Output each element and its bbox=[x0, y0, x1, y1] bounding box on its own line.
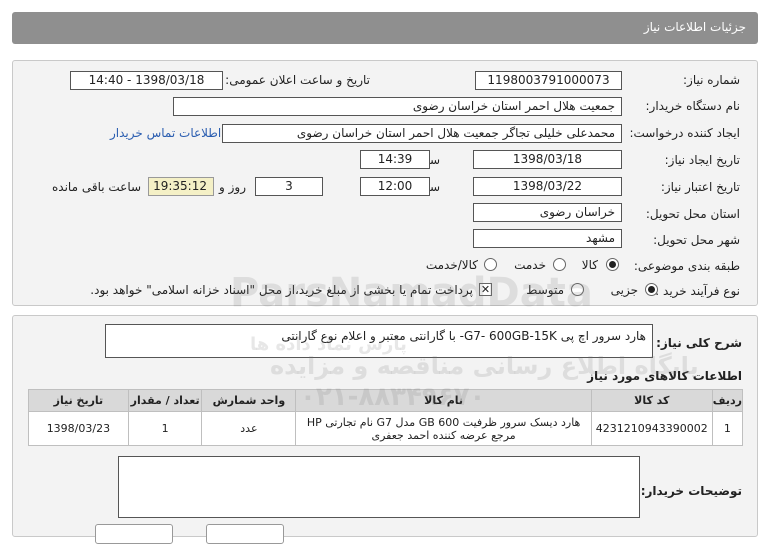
table-row: 1 4231210943390002 هارد دیسک سرور ظرفیت … bbox=[28, 411, 744, 446]
col-unit-header: واحد شمارش bbox=[201, 389, 297, 412]
remaining-time-field: 19:35:12 bbox=[148, 177, 214, 196]
validity-date-label: تاریخ اعتبار نیاز: bbox=[660, 180, 740, 194]
action-button-2[interactable] bbox=[206, 524, 284, 544]
announce-datetime-label: تاریخ و ساعت اعلان عمومی: bbox=[225, 73, 370, 87]
buyer-org-field: جمعیت هلال احمر استان خراسان رضوی bbox=[173, 97, 622, 116]
category-service-radio[interactable] bbox=[553, 258, 566, 271]
city-label: شهر محل تحویل: bbox=[653, 233, 740, 247]
row-number-cell: 1 bbox=[711, 411, 744, 446]
item-name-cell: هارد دیسک سرور ظرفیت GB 600 مدل G7 نام ت… bbox=[295, 411, 592, 446]
buyer-notes-label: توضیحات خریدار: bbox=[640, 484, 742, 498]
validity-time-field: 12:00 bbox=[360, 177, 430, 196]
page-header: جزئیات اطلاعات نیاز bbox=[12, 12, 758, 44]
requester-field: محمدعلی خلیلی تجاگر جمعیت هلال احمر استا… bbox=[222, 124, 622, 143]
requester-label: ایجاد کننده درخواست: bbox=[629, 126, 740, 140]
item-date-cell: 1398/03/23 bbox=[28, 411, 129, 446]
remaining-time-label: ساعت باقی مانده bbox=[52, 180, 142, 194]
page-title: جزئیات اطلاعات نیاز bbox=[643, 20, 746, 34]
buyer-contact-link[interactable]: اطلاعات تماس خریدار bbox=[110, 126, 221, 140]
treasury-payment-note: پرداخت تمام یا بخشی از مبلغ خرید،از محل … bbox=[90, 283, 473, 297]
buyer-org-label: نام دستگاه خریدار: bbox=[645, 99, 741, 113]
item-code-cell: 4231210943390002 bbox=[590, 411, 713, 446]
remaining-days-field: 3 bbox=[255, 177, 323, 196]
need-number-label: شماره نیاز: bbox=[683, 73, 740, 87]
action-button-1[interactable] bbox=[95, 524, 173, 544]
process-minor-label: جزیی bbox=[610, 283, 638, 297]
days-label: روز و bbox=[219, 180, 246, 194]
process-type-label: نوع فرآیند خرید : bbox=[655, 284, 740, 298]
validity-date-field: 1398/03/22 bbox=[473, 177, 622, 196]
process-minor-radio[interactable] bbox=[645, 283, 658, 296]
category-service-label: خدمت bbox=[514, 258, 546, 272]
created-time-field: 14:39 bbox=[360, 150, 430, 169]
col-date-header: تاریخ نیاز bbox=[28, 389, 129, 412]
item-unit-cell: عدد bbox=[201, 411, 297, 446]
created-date-label: تاریخ ایجاد نیاز: bbox=[664, 153, 740, 167]
announce-datetime-field: 1398/03/18 - 14:40 bbox=[70, 71, 223, 90]
col-qty-header: تعداد / مقدار bbox=[127, 389, 203, 412]
province-label: استان محل تحویل: bbox=[645, 207, 740, 221]
item-name-line2: مرجع عرضه کننده احمد جعفری bbox=[371, 428, 516, 442]
item-qty-cell: 1 bbox=[127, 411, 203, 446]
created-date-field: 1398/03/18 bbox=[473, 150, 622, 169]
col-code-header: کد کالا bbox=[590, 389, 713, 412]
need-number-field: 1198003791000073 bbox=[475, 71, 622, 90]
treasury-payment-checkbox[interactable]: ✕ bbox=[479, 283, 492, 296]
item-name-line1: هارد دیسک سرور ظرفیت GB 600 مدل G7 نام ت… bbox=[306, 415, 581, 429]
summary-label: شرح کلی نیاز: bbox=[656, 336, 742, 350]
province-field: خراسان رضوی bbox=[473, 203, 622, 222]
summary-field: هارد سرور اچ پی G7- 600GB-15K- با گارانت… bbox=[105, 324, 653, 358]
category-goods-service-label: کالا/خدمت bbox=[425, 258, 478, 272]
col-name-header: نام کالا bbox=[295, 389, 592, 412]
category-goods-service-radio[interactable] bbox=[484, 258, 497, 271]
process-medium-radio[interactable] bbox=[571, 283, 584, 296]
city-field: مشهد bbox=[473, 229, 622, 248]
col-row-header: ردیف bbox=[711, 389, 744, 412]
category-goods-label: کالا bbox=[581, 258, 598, 272]
category-label: طبقه بندی موضوعی: bbox=[633, 259, 740, 273]
category-goods-radio[interactable] bbox=[606, 258, 619, 271]
items-table: ردیف کد کالا نام کالا واحد شمارش تعداد /… bbox=[28, 389, 744, 446]
process-medium-label: متوسط bbox=[526, 283, 564, 297]
items-header-row: ردیف کد کالا نام کالا واحد شمارش تعداد /… bbox=[28, 389, 744, 412]
items-section-title: اطلاعات کالاهای مورد نیاز bbox=[587, 369, 742, 383]
buyer-notes-field bbox=[118, 456, 640, 518]
